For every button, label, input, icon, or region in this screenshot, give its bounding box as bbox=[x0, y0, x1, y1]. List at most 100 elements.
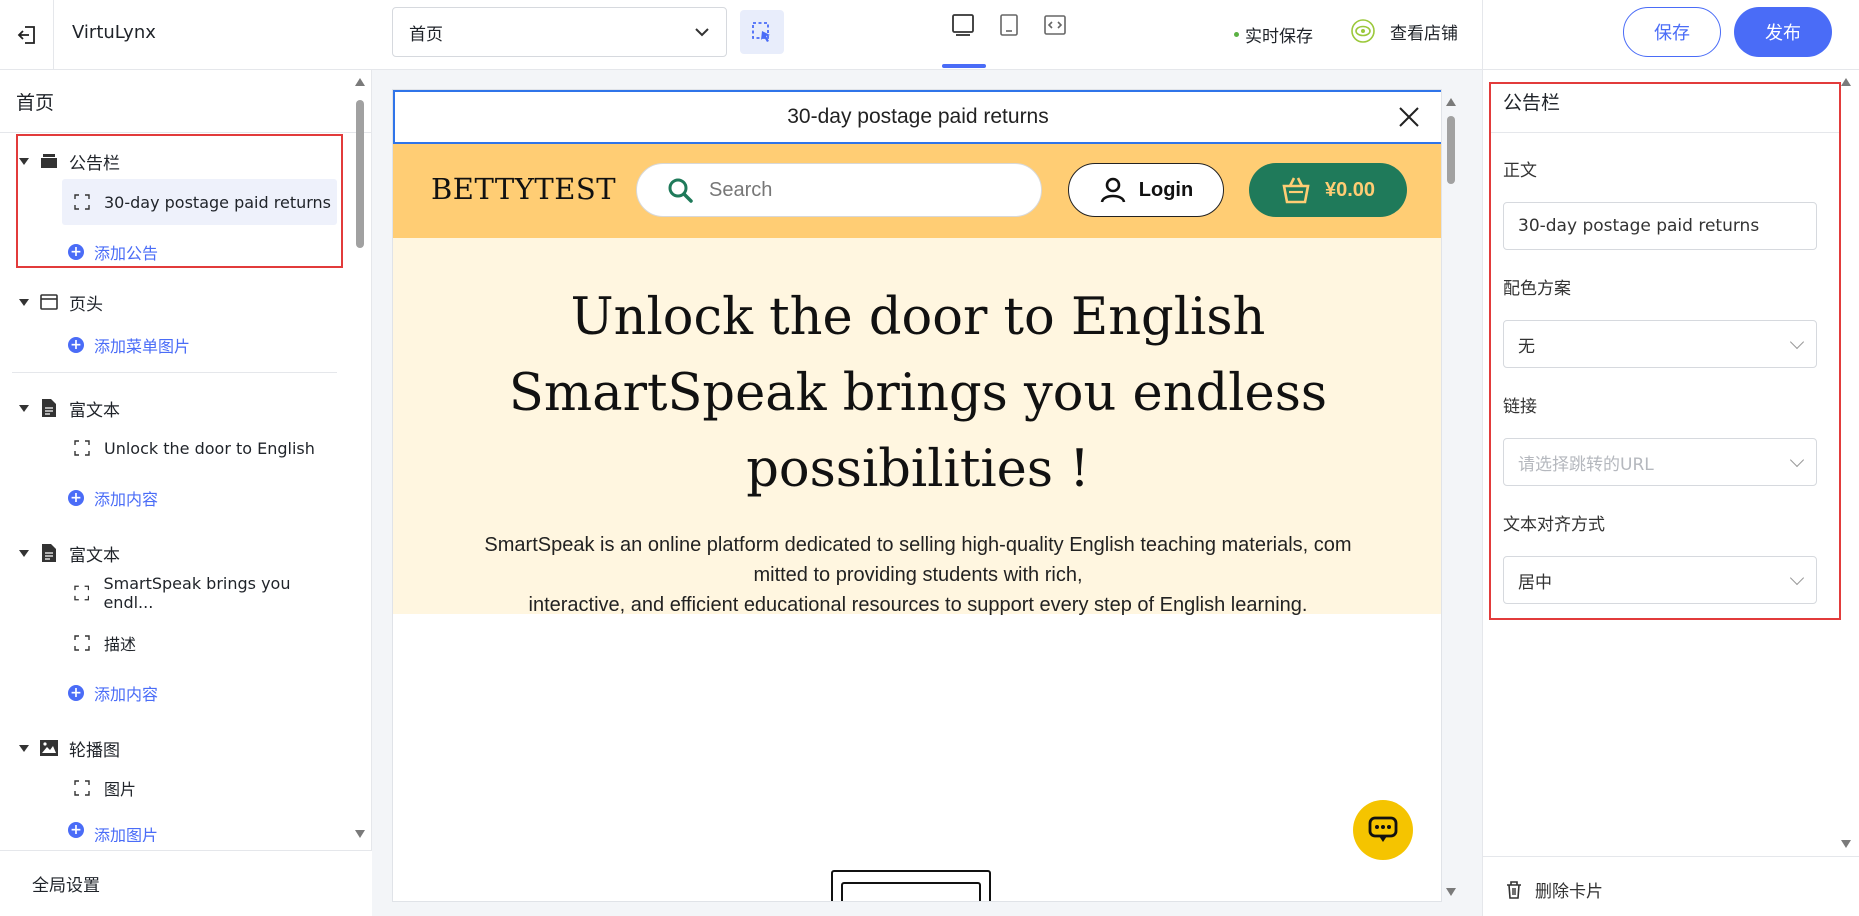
scroll-up-arrow[interactable] bbox=[1446, 98, 1456, 106]
tree-item-label: 图片 bbox=[104, 780, 137, 799]
properties-panel: 公告栏 正文 30-day postage paid returns 配色方案 … bbox=[1482, 70, 1859, 916]
expand-icon bbox=[1044, 15, 1066, 35]
trash-icon bbox=[1507, 880, 1521, 899]
store-search-input[interactable]: Search bbox=[636, 163, 1042, 217]
plus-circle-icon: + bbox=[68, 490, 84, 506]
realtime-save-label: 实时保存 bbox=[1245, 27, 1313, 47]
chat-icon bbox=[1368, 816, 1398, 842]
save-button[interactable]: 保存 bbox=[1623, 7, 1721, 57]
exit-button[interactable] bbox=[0, 0, 54, 70]
tree-item-richtext-heading[interactable]: SmartSpeak brings you endl... bbox=[62, 570, 337, 616]
search-placeholder: Search bbox=[709, 178, 773, 201]
tree-item-label: 描述 bbox=[104, 635, 137, 654]
login-button[interactable]: Login bbox=[1068, 163, 1224, 217]
eye-icon bbox=[1351, 19, 1375, 43]
close-icon[interactable] bbox=[1397, 105, 1421, 129]
divider bbox=[0, 132, 372, 133]
add-image-button[interactable]: + 添加图片 bbox=[68, 822, 158, 842]
hero-section[interactable]: Unlock the door to English SmartSpeak br… bbox=[393, 238, 1441, 616]
link-select[interactable]: 请选择跳转的URL bbox=[1503, 438, 1817, 486]
scroll-up-arrow[interactable] bbox=[355, 78, 365, 86]
document-icon bbox=[39, 543, 59, 563]
caret-down-icon bbox=[19, 298, 29, 306]
status-dot bbox=[1234, 32, 1239, 37]
add-announcement-button[interactable]: + 添加公告 bbox=[68, 237, 158, 267]
caret-down-icon bbox=[19, 157, 29, 165]
link-placeholder: 请选择跳转的URL bbox=[1518, 454, 1654, 475]
panel-title: 首页 bbox=[16, 92, 55, 114]
header-icon bbox=[39, 292, 59, 312]
right-scrollbar[interactable] bbox=[1838, 78, 1854, 848]
add-content-button[interactable]: + 添加内容 bbox=[68, 678, 158, 708]
divider bbox=[1491, 132, 1841, 133]
add-content-button[interactable]: + 添加内容 bbox=[68, 483, 158, 513]
view-store-link[interactable]: 查看店铺 bbox=[1350, 18, 1458, 44]
left-scrollbar[interactable] bbox=[353, 78, 367, 838]
hero-title-line: Unlock the door to English bbox=[570, 288, 1266, 347]
chevron-down-icon bbox=[1789, 570, 1805, 585]
content-block-preview-inner bbox=[841, 882, 981, 901]
chat-button[interactable] bbox=[1353, 800, 1413, 860]
document-icon bbox=[39, 398, 59, 418]
tree-item-richtext-description[interactable]: 描述 bbox=[62, 620, 337, 666]
global-settings-label: 全局设置 bbox=[32, 876, 100, 896]
cart-button[interactable]: ¥0.00 bbox=[1249, 163, 1407, 217]
hero-title-line: possibilities ! bbox=[746, 440, 1090, 499]
panel-footer: 删除卡片 bbox=[1483, 856, 1859, 916]
store-brand[interactable]: BETTYTEST bbox=[431, 172, 616, 206]
device-switch bbox=[940, 0, 1078, 70]
tree-item-label: Unlock the door to English bbox=[104, 438, 315, 458]
plus-circle-icon: + bbox=[68, 244, 84, 260]
desktop-view-button[interactable] bbox=[940, 0, 986, 70]
scroll-down-arrow[interactable] bbox=[1446, 888, 1456, 896]
hero-description: SmartSpeak is an online platform dedicat… bbox=[433, 530, 1403, 620]
tree-section-label: 页头 bbox=[69, 294, 103, 315]
scroll-up-arrow[interactable] bbox=[1841, 78, 1851, 86]
plus-circle-icon: + bbox=[68, 822, 84, 838]
add-menu-image-button[interactable]: + 添加菜单图片 bbox=[68, 330, 190, 360]
properties-title: 公告栏 bbox=[1503, 92, 1561, 114]
top-bar: VirtuLynx 首页 实时保存 查看店铺 保存 发布 bbox=[0, 0, 1859, 70]
tree-section-richtext-1[interactable]: 富文本 bbox=[0, 388, 120, 428]
store-header: BETTYTEST Search Login ¥0.00 bbox=[393, 144, 1441, 238]
add-label: 添加内容 bbox=[94, 490, 159, 509]
divider bbox=[12, 372, 337, 373]
app-name: VirtuLynx bbox=[72, 22, 156, 43]
text-align-select[interactable]: 居中 bbox=[1503, 556, 1817, 604]
scroll-thumb[interactable] bbox=[356, 100, 364, 248]
tree-item-richtext-title[interactable]: Unlock the door to English bbox=[62, 425, 337, 471]
select-tool-button[interactable] bbox=[740, 10, 784, 54]
delete-card-label: 删除卡片 bbox=[1535, 882, 1603, 902]
hero-desc-line: mitted to providing students with rich, bbox=[753, 564, 1083, 586]
fullscreen-view-button[interactable] bbox=[1032, 0, 1078, 70]
delete-card-button[interactable]: 删除卡片 bbox=[1505, 877, 1603, 902]
tree-section-carousel[interactable]: 轮播图 bbox=[0, 728, 120, 768]
announcement-bar[interactable]: 30-day postage paid returns bbox=[393, 90, 1441, 144]
tablet-view-button[interactable] bbox=[986, 0, 1032, 70]
text-align-label: 文本对齐方式 bbox=[1503, 515, 1605, 535]
block-icon bbox=[74, 440, 90, 456]
page-select[interactable]: 首页 bbox=[392, 7, 727, 57]
tree-section-header[interactable]: 页头 bbox=[0, 282, 103, 322]
scroll-thumb[interactable] bbox=[1447, 116, 1455, 184]
body-text-input[interactable]: 30-day postage paid returns bbox=[1503, 202, 1817, 250]
tree-item-carousel-image[interactable]: 图片 bbox=[62, 765, 337, 811]
scroll-down-arrow[interactable] bbox=[355, 830, 365, 838]
hero-title-line: SmartSpeak brings you endless bbox=[508, 364, 1328, 423]
exit-icon bbox=[17, 26, 35, 44]
global-settings-bar[interactable]: 全局设置 bbox=[0, 850, 372, 916]
canvas-scrollbar[interactable] bbox=[1443, 92, 1459, 896]
color-scheme-select[interactable]: 无 bbox=[1503, 320, 1817, 368]
scroll-down-arrow[interactable] bbox=[1841, 840, 1851, 848]
hero-title: Unlock the door to English SmartSpeak br… bbox=[453, 280, 1383, 508]
plus-circle-icon: + bbox=[68, 685, 84, 701]
publish-button[interactable]: 发布 bbox=[1734, 7, 1832, 57]
tree-item-announcement-text[interactable]: 30-day postage paid returns bbox=[62, 179, 337, 225]
tree-section-richtext-2[interactable]: 富文本 bbox=[0, 533, 120, 573]
chevron-down-icon bbox=[695, 28, 709, 37]
tree-section-announcement[interactable]: 公告栏 bbox=[0, 141, 120, 181]
add-label: 添加图片 bbox=[94, 826, 159, 842]
tree-item-label: 30-day postage paid returns bbox=[104, 192, 331, 212]
chevron-down-icon bbox=[1789, 452, 1805, 467]
image-icon bbox=[39, 738, 59, 758]
